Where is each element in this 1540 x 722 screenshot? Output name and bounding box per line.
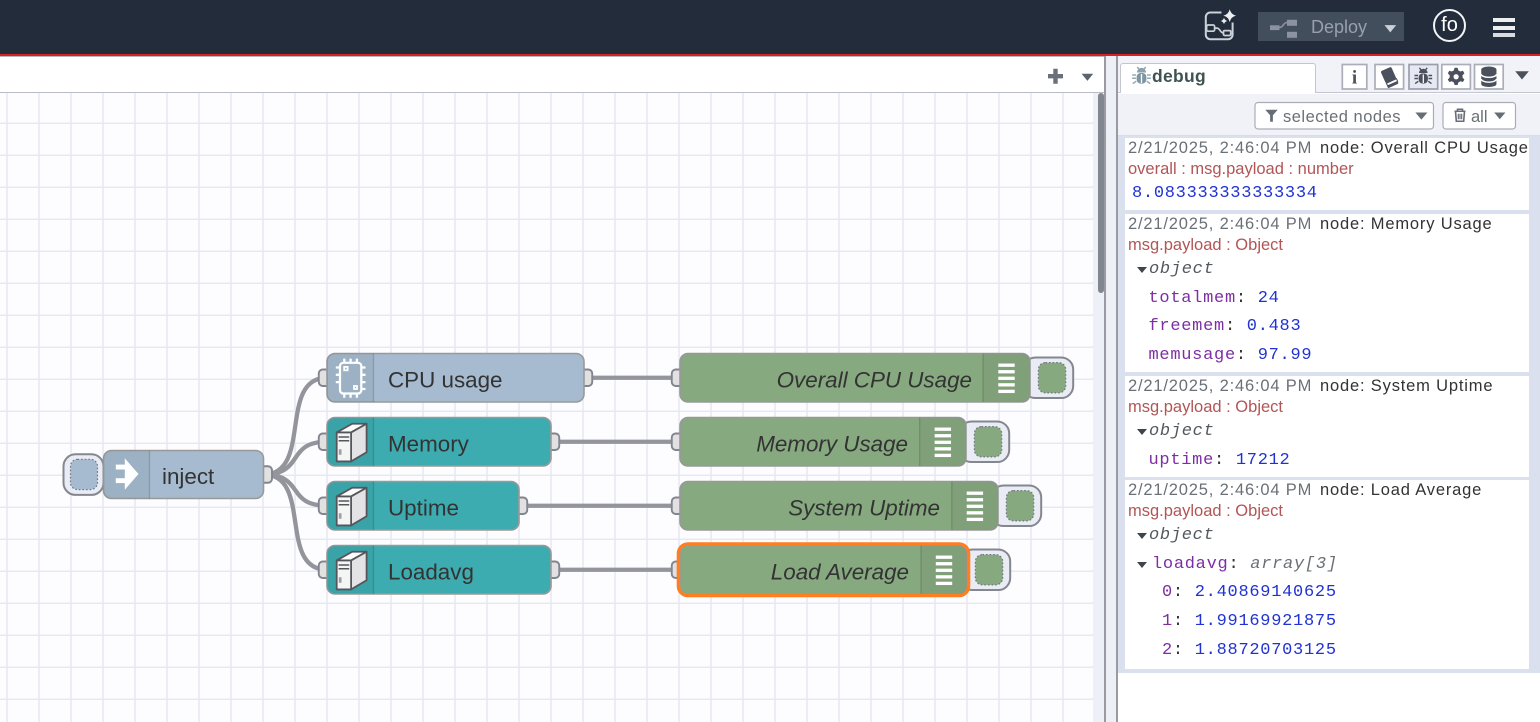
- svg-text:Load Average: Load Average: [771, 559, 909, 584]
- svg-text:i: i: [1352, 68, 1357, 89]
- svg-text:Uptime: Uptime: [388, 495, 459, 520]
- svg-text:Loadavg: Loadavg: [388, 559, 474, 584]
- svg-text:all: all: [1471, 108, 1488, 126]
- svg-text:System Uptime: System Uptime: [788, 495, 940, 520]
- svg-text:selected nodes: selected nodes: [1283, 108, 1401, 126]
- svg-text:Memory: Memory: [388, 431, 470, 456]
- svg-text:inject: inject: [162, 464, 215, 489]
- svg-text:CPU usage: CPU usage: [388, 367, 503, 392]
- svg-text:Memory Usage: Memory Usage: [756, 431, 908, 456]
- svg-text:Overall CPU Usage: Overall CPU Usage: [777, 367, 972, 392]
